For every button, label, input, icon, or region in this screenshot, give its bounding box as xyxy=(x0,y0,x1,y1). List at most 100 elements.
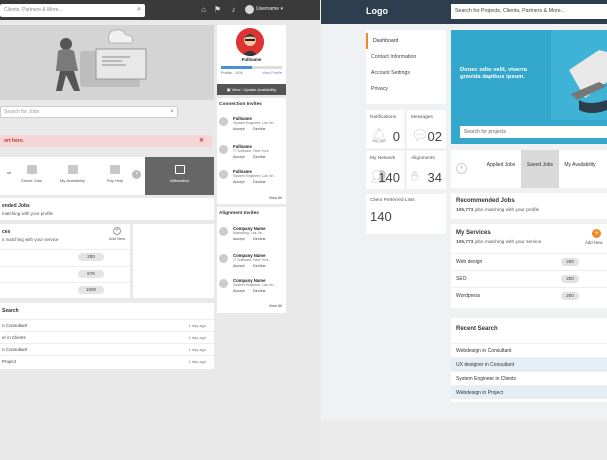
recent-label: er in Clients xyxy=(2,335,26,340)
chevron-right-icon[interactable]: › xyxy=(132,170,141,179)
tab-saved-jobs[interactable]: Saved Jobs xyxy=(18,157,45,195)
accept-button[interactable]: Accept xyxy=(233,127,245,131)
right-search-input[interactable]: Search for Projects, Clients, Partners &… xyxy=(451,4,607,19)
list-item[interactable]: er in Clients 1 day ago xyxy=(0,331,214,343)
profile-progress-label: Profile - 10% . xyxy=(221,71,245,75)
list-item: Company Name IT Software, New York Accep… xyxy=(219,252,285,280)
alignments-card[interactable]: Alignments ✋︎ 34 xyxy=(407,151,446,189)
tab-job[interactable]: ob xyxy=(0,157,18,195)
add-icon[interactable]: + xyxy=(592,229,601,238)
add-new-button[interactable]: + Add New xyxy=(107,227,127,241)
bell-icon[interactable]: ♪ xyxy=(229,5,238,14)
right-hero-banner: Donec odio velit, viverra gravida dapibu… xyxy=(451,30,607,144)
list-item[interactable]: Project 1 day ago xyxy=(0,355,214,367)
messages-card[interactable]: Messages 💬︎ 02 xyxy=(407,110,446,148)
list-item[interactable]: UX designer in Consultant xyxy=(451,357,607,371)
decline-button[interactable]: Decline xyxy=(253,289,266,293)
tab-my-availability[interactable]: My Availability xyxy=(55,157,90,195)
tab-affirmation[interactable]: Affirmation xyxy=(145,157,214,195)
recent-label: n Consultant xyxy=(2,323,28,328)
stat-label: Notifications xyxy=(370,115,397,120)
avatar[interactable] xyxy=(219,170,228,179)
button-label: View / Update Availability xyxy=(231,87,277,92)
service-row[interactable]: Web design 200 xyxy=(451,253,607,269)
service-row: 1000 xyxy=(0,282,130,296)
left-recent-search: Search n Consultant 1 day ago er in Clien… xyxy=(0,303,214,369)
sidebar-item-account-settings[interactable]: Account Settings xyxy=(366,65,446,81)
service-row[interactable]: Wordpress 200 xyxy=(451,287,607,303)
list-item[interactable]: n Consultant 1 day ago xyxy=(0,319,214,331)
close-icon[interactable]: ✕ xyxy=(199,137,204,144)
avatar[interactable] xyxy=(236,28,264,56)
service-row[interactable]: SEO 200 xyxy=(451,270,607,286)
search-icon[interactable]: ⌕ xyxy=(137,6,141,14)
decline-button[interactable]: Decline xyxy=(253,180,266,184)
stat-value: 0 xyxy=(392,129,400,144)
service-count: 200 xyxy=(561,258,579,266)
my-network-card[interactable]: My Network 👥︎ 140 xyxy=(366,151,404,189)
sidebar-item-privacy[interactable]: Privacy xyxy=(366,81,446,97)
client-preferred-lists-card[interactable]: Client Preferred Lists 140 xyxy=(366,194,446,234)
view-all-link[interactable]: View All xyxy=(269,304,282,308)
view-profile-link[interactable]: View Profile xyxy=(262,71,282,75)
tab-applied-jobs[interactable]: Applied Jobs xyxy=(482,150,520,188)
left-empty-card xyxy=(133,224,214,298)
search-jobs-input[interactable]: Search for Jobs ⌕ xyxy=(0,106,178,118)
sidebar-item-contact-information[interactable]: Contact Information xyxy=(366,49,446,65)
avatar[interactable] xyxy=(219,117,228,126)
stat-label: Messages xyxy=(411,115,433,120)
left-search-placeholder: Clients, Partners & More... xyxy=(4,7,63,13)
recent-label: UX designer in Consultant xyxy=(456,362,515,368)
recent-label: System Engineer in Clients xyxy=(456,376,517,382)
accept-button[interactable]: Accept xyxy=(233,289,245,293)
tab-my-availability[interactable]: My Availability xyxy=(561,150,599,188)
search-icon[interactable]: ⌕ xyxy=(170,108,174,116)
tab-pay-help[interactable]: Pay Help xyxy=(100,157,130,195)
accept-button[interactable]: Accept xyxy=(233,237,245,241)
view-update-availability-button[interactable]: ▣ View / Update Availability xyxy=(217,84,286,95)
page: Clients, Partners & More... ⌕ ⌂ ⚑ ♪ User… xyxy=(0,0,607,460)
plus-icon: + xyxy=(113,227,121,235)
invite-role: System Engineer, Las Ve... xyxy=(233,121,277,125)
list-item[interactable]: Webdesign in Project xyxy=(451,385,607,399)
sidebar-item-dashboard[interactable]: Dashboard xyxy=(366,33,446,49)
logo[interactable]: Logo xyxy=(366,6,388,16)
sidebar-item-label: Account Settings xyxy=(371,70,410,76)
company-logo[interactable] xyxy=(219,279,228,288)
accept-button[interactable]: Accept xyxy=(233,155,245,159)
stat-label: My Network xyxy=(370,156,396,161)
tab-saved-jobs[interactable]: Saved Jobs xyxy=(521,150,559,188)
company-logo[interactable] xyxy=(219,227,228,236)
recent-label: Webdesign in Project xyxy=(456,390,504,396)
tab-label: ob xyxy=(6,170,12,175)
company-logo[interactable] xyxy=(219,254,228,263)
notifications-card[interactable]: Notifications 🔔︎ 0 xyxy=(366,110,404,148)
stat-value: 140 xyxy=(370,209,392,224)
avatar[interactable] xyxy=(245,5,254,14)
decline-button[interactable]: Decline xyxy=(253,127,266,131)
left-search-input[interactable]: Clients, Partners & More... ⌕ xyxy=(0,4,145,17)
avatar[interactable] xyxy=(219,145,228,154)
chevron-left-icon[interactable]: ‹ xyxy=(456,163,467,174)
list-item[interactable]: System Engineer in Clients xyxy=(451,371,607,385)
flag-icon[interactable]: ⚑ xyxy=(213,5,222,14)
accept-button[interactable]: Accept xyxy=(233,264,245,268)
decline-button[interactable]: Decline xyxy=(253,237,266,241)
accept-button[interactable]: Accept xyxy=(233,180,245,184)
view-all-link[interactable]: View All xyxy=(269,196,282,200)
home-icon[interactable]: ⌂ xyxy=(199,5,208,14)
stat-value: 02 xyxy=(427,129,442,144)
alert-banner: ort here. ✕ xyxy=(0,135,212,147)
service-label: Web design xyxy=(456,259,483,265)
list-item[interactable]: Webdesign in Consultant xyxy=(451,343,607,357)
recent-date: 1 day ago xyxy=(188,347,206,352)
decline-button[interactable]: Decline xyxy=(253,155,266,159)
section-subtitle: 105,773 jobs matching with your service xyxy=(456,240,541,245)
add-new-label[interactable]: Add New xyxy=(585,240,602,245)
tab-label: My Availability xyxy=(564,162,596,168)
subtitle-text: jobs matching with your profile xyxy=(474,208,540,213)
project-search-input[interactable]: Search for projects xyxy=(460,126,607,138)
username-menu[interactable]: Username ▾ xyxy=(256,6,283,12)
list-item[interactable]: n Consultant 1 day ago xyxy=(0,343,214,355)
decline-button[interactable]: Decline xyxy=(253,264,266,268)
